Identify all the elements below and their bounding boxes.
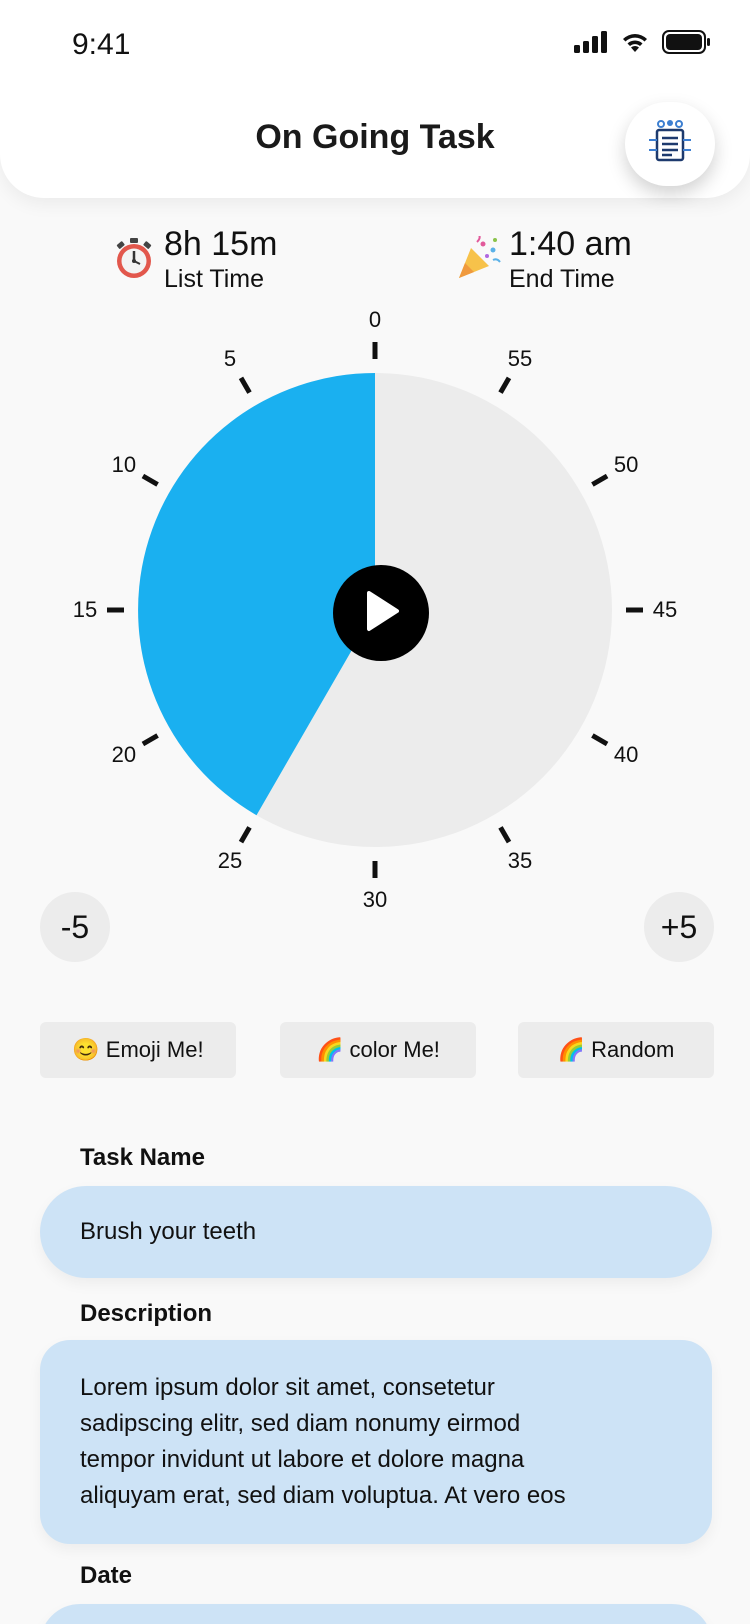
timer-dial[interactable]: 0 5 10 15 20 25 30 35 40 45 50 55	[0, 300, 750, 920]
play-icon	[361, 589, 401, 638]
dial-tick-label: 30	[362, 887, 388, 912]
description-line: aliquyam erat, sed diam voluptua. At ver…	[80, 1482, 566, 1509]
random-label: Random	[591, 1037, 675, 1062]
dial-tick-label: 20	[111, 742, 137, 767]
list-time-value: 8h 15m	[164, 225, 278, 263]
task-document-button[interactable]	[625, 102, 715, 186]
dial-tick	[238, 826, 252, 844]
description-label: Description	[80, 1300, 213, 1327]
action-row: 😊 Emoji Me! 🌈 color Me! 🌈 Random	[40, 1022, 714, 1078]
minus-five-button[interactable]: -5	[40, 892, 110, 962]
list-time-text: 8h 15m List Time	[164, 224, 277, 294]
dial-tick-label: 40	[613, 742, 639, 767]
list-time-info: 8h 15m List Time	[112, 224, 277, 294]
dial-tick	[591, 733, 609, 747]
date-label: Date	[80, 1562, 133, 1589]
description-line: Lorem ipsum dolor sit amet, consetetur	[80, 1374, 495, 1401]
task-name-label: Task Name	[80, 1144, 205, 1171]
random-button[interactable]: 🌈 Random	[518, 1022, 714, 1078]
dial-tick-label: 5	[223, 345, 237, 371]
dial-tick-label: 25	[217, 848, 243, 874]
signal-icon	[574, 31, 608, 58]
dial-tick-label: 50	[613, 452, 639, 477]
end-time-info: 1:40 am End Time	[457, 224, 632, 294]
document-settings-icon	[645, 118, 695, 171]
status-icons	[574, 30, 710, 59]
date-field[interactable]	[40, 1604, 712, 1624]
dial-tick	[591, 473, 609, 487]
description-line: tempor invidunt ut labore et dolore magn…	[80, 1446, 525, 1473]
dial-tick-label: 0	[368, 307, 382, 332]
dial-tick-label: 45	[652, 597, 678, 622]
play-button[interactable]	[333, 565, 429, 661]
dial-tick	[141, 733, 159, 747]
smile-icon: 😊	[72, 1037, 100, 1062]
rainbow-icon: 🌈	[316, 1037, 344, 1062]
plus-five-button[interactable]: +5	[644, 892, 714, 962]
emoji-me-button[interactable]: 😊 Emoji Me!	[40, 1022, 236, 1078]
end-time-text: 1:40 am End Time	[509, 224, 632, 294]
dial-tick	[498, 826, 512, 844]
end-time-label: End Time	[509, 265, 615, 293]
dial-tick	[141, 473, 159, 487]
description-field[interactable]: Lorem ipsum dolor sit amet, consetetur s…	[40, 1340, 712, 1544]
stopwatch-icon	[112, 236, 156, 280]
emoji-me-label: Emoji Me!	[105, 1037, 204, 1062]
color-me-button[interactable]: 🌈 color Me!	[280, 1022, 476, 1078]
task-name-value: Brush your teeth	[80, 1218, 257, 1245]
end-time-value: 1:40 am	[509, 225, 632, 263]
party-popper-icon	[457, 234, 501, 280]
header: 9:41 On Going Task	[0, 0, 750, 198]
dial-tick	[238, 376, 252, 394]
dial-tick-label: 55	[507, 345, 533, 371]
battery-icon	[662, 30, 710, 59]
color-me-label: color Me!	[349, 1037, 440, 1062]
task-name-field[interactable]: Brush your teeth	[40, 1186, 712, 1278]
description-line: sadipscing elitr, sed diam nonumy eirmod	[80, 1410, 521, 1437]
rainbow-icon: 🌈	[557, 1037, 586, 1062]
dial-tick-label: 10	[111, 452, 137, 477]
status-time: 9:41	[72, 28, 131, 61]
dial-tick-label: 15	[72, 597, 98, 622]
ongoing-task-screen: 9:41 On Going Task 8h 15m List Time 1:40…	[0, 0, 750, 1624]
list-time-label: List Time	[164, 265, 265, 293]
dial-tick-label: 35	[507, 848, 533, 874]
wifi-icon	[620, 31, 650, 58]
dial-tick	[498, 376, 512, 394]
